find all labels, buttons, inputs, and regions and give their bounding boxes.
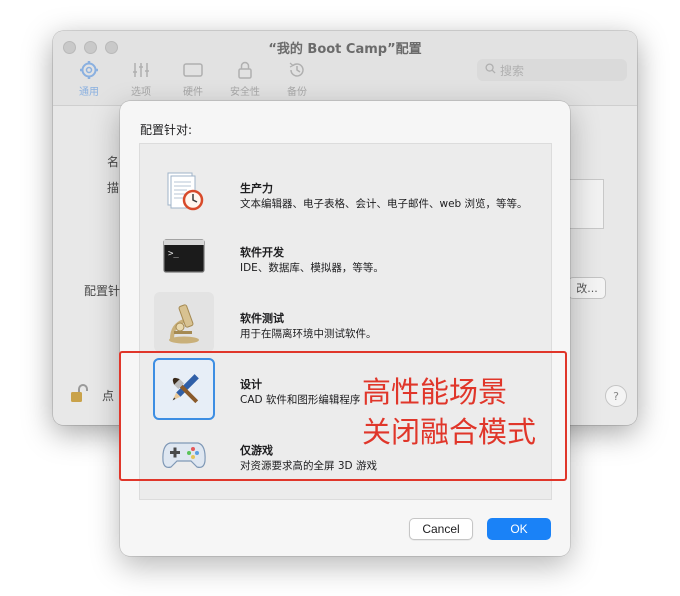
annotation-line-2: 关闭融合模式 [362,415,537,449]
tab-general-label: 通用 [79,87,99,98]
tab-backup-label: 备份 [287,87,307,98]
search-icon [485,63,496,77]
document-clock-icon [154,162,214,222]
tab-hardware-label: 硬件 [183,87,203,98]
lock-icon [234,59,256,81]
bg-desc-label: 描 [107,181,120,195]
item-desc: IDE、数据库、模拟器，等等。 [240,262,384,274]
sheet-title: 配置针对: [140,123,193,137]
item-desc: 文本编辑器、电子表格、会计、电子邮件、web 浏览，等等。 [240,198,528,210]
clock-arrow-icon [286,59,308,81]
annotation-line-1: 高性能场景 [362,375,508,409]
tab-general[interactable]: 通用 [63,59,115,98]
item-name: 生产力 [240,182,273,195]
bg-desc-field [568,179,604,229]
bg-lock-hint: 点 [102,389,115,403]
terminal-icon: >_ [154,226,214,286]
item-name: 软件测试 [240,312,284,325]
ok-button[interactable]: OK [487,518,551,540]
tab-options[interactable]: 选项 [115,59,167,98]
bg-name-label: 名 [107,155,120,169]
configure-sheet: 配置针对: 生产力 文本编辑器、电子表格、会计、电子邮件、web 浏览，等等。 [120,101,570,556]
item-name: 软件开发 [240,246,284,259]
tab-backup[interactable]: 备份 [271,59,323,98]
window-title: “我的 Boot Camp”配置 [268,42,422,57]
display-icon [182,59,204,81]
tab-options-label: 选项 [131,87,151,98]
gear-icon [78,59,100,81]
padlock-icon[interactable] [68,383,90,409]
help-button[interactable]: ? [605,385,627,407]
tab-security[interactable]: 安全性 [219,59,271,98]
list-item-software-dev[interactable]: >_ 软件开发 IDE、数据库、模拟器，等等。 [140,224,551,288]
search-placeholder: 搜索 [500,63,525,78]
cancel-button[interactable]: Cancel [409,518,473,540]
list-item-software-test[interactable]: 软件测试 用于在隔离环境中测试软件。 [140,290,551,354]
microscope-icon [154,292,214,352]
tab-hardware[interactable]: 硬件 [167,59,219,98]
svg-text:>_: >_ [168,249,179,259]
search-field[interactable]: 搜索 [477,59,627,81]
bg-change-button[interactable]: 改... [568,277,606,299]
tab-security-label: 安全性 [230,87,260,98]
toolbar-tabs: 通用 选项 硬件 安全性 备份 [63,59,323,98]
window-toolbar: “我的 Boot Camp”配置 通用 选项 硬件 安全性 备份 搜索 [53,31,637,106]
sliders-icon [130,59,152,81]
list-item-productivity[interactable]: 生产力 文本编辑器、电子表格、会计、电子邮件、web 浏览，等等。 [140,160,551,224]
item-desc: 用于在隔离环境中测试软件。 [240,328,377,340]
bg-config-label: 配置针 [84,284,121,298]
